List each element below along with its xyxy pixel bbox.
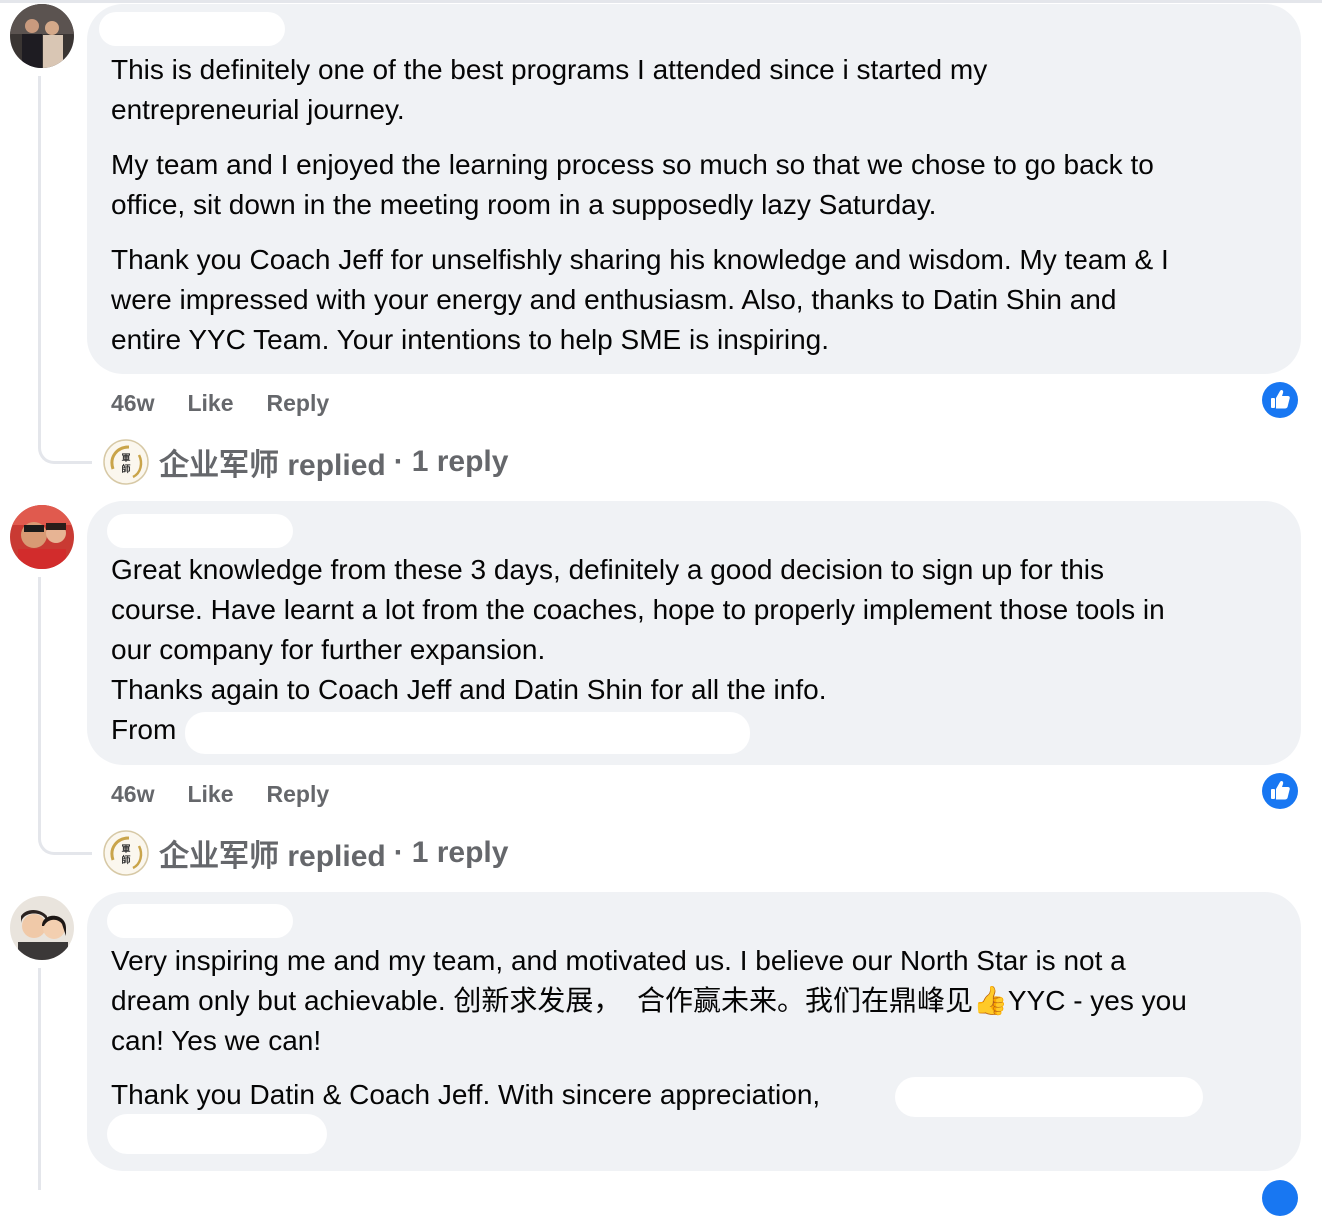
reply-button[interactable]: Reply xyxy=(267,390,330,417)
view-replies-link[interactable]: 軍 師 企业军师 replied · 1 reply xyxy=(103,829,508,877)
comment-bubble: This is definitely one of the best progr… xyxy=(87,4,1301,374)
reply-button[interactable]: Reply xyxy=(267,781,330,808)
comment-timestamp[interactable]: 46w xyxy=(111,390,154,417)
reply-connector xyxy=(38,436,92,464)
like-button[interactable]: Like xyxy=(187,781,233,808)
svg-text:師: 師 xyxy=(121,854,130,866)
svg-text:師: 師 xyxy=(121,463,130,475)
comment-paragraph: Thank you Datin & Coach Jeff. With since… xyxy=(111,1079,821,1110)
reply-count: 1 reply xyxy=(411,836,509,869)
separator-dot: · xyxy=(393,445,404,478)
replied-by-text: 企业军师 replied xyxy=(159,449,386,482)
svg-text:軍: 軍 xyxy=(121,844,130,855)
commenter-avatar[interactable] xyxy=(10,896,74,960)
commenter-avatar[interactable] xyxy=(10,4,74,68)
thumbs-up-icon[interactable] xyxy=(1262,1180,1298,1216)
separator-dot: · xyxy=(393,836,404,869)
comment-paragraph: My team and I enjoyed the learning proce… xyxy=(111,149,1154,220)
thread-line xyxy=(38,968,41,1190)
redacted-company-name xyxy=(185,712,750,754)
comment-bubble: Very inspiring me and my team, and motiv… xyxy=(87,892,1301,1171)
comment-paragraph: This is definitely one of the best progr… xyxy=(111,54,988,125)
like-button[interactable]: Like xyxy=(187,390,233,417)
top-divider xyxy=(0,0,1322,3)
comment-bubble: Great knowledge from these 3 days, defin… xyxy=(87,501,1301,765)
replier-avatar: 軍 師 xyxy=(103,439,149,485)
thread-line xyxy=(38,577,41,827)
redacted-author-name[interactable] xyxy=(107,514,293,548)
comment-actions: 46w Like Reply xyxy=(111,388,362,418)
reply-count: 1 reply xyxy=(411,445,509,478)
thumbs-up-icon[interactable] xyxy=(1262,382,1298,418)
replied-by-text: 企业军师 replied xyxy=(159,840,386,873)
redacted-author-name[interactable] xyxy=(107,904,293,938)
svg-text:軍: 軍 xyxy=(121,453,130,464)
thread-line xyxy=(38,76,41,436)
thumbs-up-icon[interactable] xyxy=(1262,773,1298,809)
reply-connector xyxy=(38,827,92,855)
commenter-avatar[interactable] xyxy=(10,505,74,569)
comment-paragraph: Thank you Coach Jeff for unselfishly sha… xyxy=(111,244,1169,355)
comment-paragraph: Very inspiring me and my team, and motiv… xyxy=(111,945,1187,1056)
view-replies-link[interactable]: 軍 師 企业军师 replied · 1 reply xyxy=(103,438,508,486)
redacted-signature xyxy=(107,1114,327,1154)
redacted-signature xyxy=(895,1077,1203,1117)
comment-actions: 46w Like Reply xyxy=(111,779,362,809)
comment-timestamp[interactable]: 46w xyxy=(111,781,154,808)
redacted-author-name[interactable] xyxy=(99,12,285,46)
replier-avatar: 軍 師 xyxy=(103,830,149,876)
